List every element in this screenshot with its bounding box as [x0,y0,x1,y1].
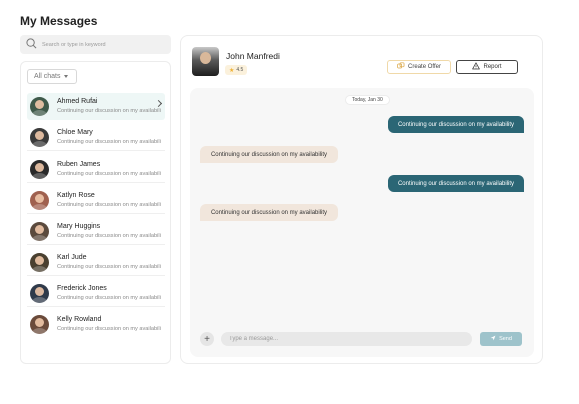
incoming-message: Continuing our discussion on my availabi… [200,146,338,163]
chat-list-item[interactable]: Chloe Mary Continuing our discussion on … [27,124,165,151]
report-label: Report [483,64,502,70]
report-button[interactable]: Report [456,60,518,74]
message-area: Today, Jan 30 Continuing our discussion … [190,88,534,357]
chat-preview: Continuing our discussion on my availabi… [57,107,161,114]
chat-name: Frederick Jones [57,284,107,292]
chat-list-item[interactable]: Kelly Rowland Continuing our discussion … [27,311,165,338]
page-title: My Messages [20,14,98,28]
avatar [30,159,49,179]
chat-preview: Continuing our discussion on my availabi… [57,201,161,208]
chat-preview: Continuing our discussion on my availabi… [57,138,161,145]
chat-list-item[interactable]: Frederick Jones Continuing our discussio… [27,280,165,307]
outgoing-message: Continuing our discussion on my availabi… [388,116,524,133]
chat-name: Kelly Rowland [57,315,102,323]
date-separator: Today, Jan 30 [345,95,390,105]
avatar [30,283,49,303]
chat-list-item[interactable]: Karl Jude Continuing our discussion on m… [27,249,165,276]
chat-list-item[interactable]: Ruben James Continuing our discussion on… [27,156,165,183]
search-input[interactable] [42,41,162,48]
incoming-message: Continuing our discussion on my availabi… [200,204,338,221]
contact-avatar[interactable] [192,47,219,76]
avatar [30,127,49,147]
message-input[interactable] [221,332,472,346]
chat-name: Ahmed Rufai [57,97,98,105]
search-icon [26,36,37,54]
chat-filter-label: All chats [34,73,61,80]
chat-name: Mary Huggins [57,222,101,230]
create-offer-label: Create Offer [408,64,441,70]
chat-filter-dropdown[interactable]: All chats [27,69,78,84]
warning-icon [472,62,483,72]
chat-preview: Continuing our discussion on my availabi… [57,170,161,177]
outgoing-message: Continuing our discussion on my availabi… [388,175,524,192]
contact-name[interactable]: John Manfredi [226,51,280,61]
plus-icon[interactable]: + [200,332,214,346]
offer-icon [397,62,408,72]
chat-preview: Continuing our discussion on my availabi… [57,263,161,270]
avatar [30,96,49,116]
send-label: Send [499,336,512,342]
chat-list-item[interactable]: Katlyn Rose Continuing our discussion on… [27,187,165,214]
message-composer: + Send [190,331,534,349]
chat-list-item[interactable]: Ahmed Rufai Continuing our discussion on… [27,93,165,120]
avatar [30,221,49,241]
avatar [30,252,49,272]
create-offer-button[interactable]: Create Offer [387,60,451,74]
star-icon: ★ [229,67,235,74]
search-bar[interactable] [20,35,171,54]
chat-name: Katlyn Rose [57,191,95,199]
send-button[interactable]: Send [480,332,522,346]
chat-preview: Continuing our discussion on my availabi… [57,232,161,239]
rating-value: 4.5 [236,67,244,73]
conversation-panel: John Manfredi ★ 4.5 Create Offer Report … [180,35,543,364]
chat-list-panel: All chats Ahmed Rufai Continuing our dis… [20,61,171,364]
rating-badge: ★ 4.5 [225,65,248,75]
send-icon [490,335,499,343]
avatar [30,190,49,210]
chat-name: Karl Jude [57,253,87,261]
chat-name: Chloe Mary [57,128,93,136]
caret-down-icon [64,75,69,78]
chat-preview: Continuing our discussion on my availabi… [57,294,161,301]
chat-list-item[interactable]: Mary Huggins Continuing our discussion o… [27,218,165,245]
avatar [30,314,49,334]
chat-name: Ruben James [57,160,101,168]
chat-preview: Continuing our discussion on my availabi… [57,325,161,332]
